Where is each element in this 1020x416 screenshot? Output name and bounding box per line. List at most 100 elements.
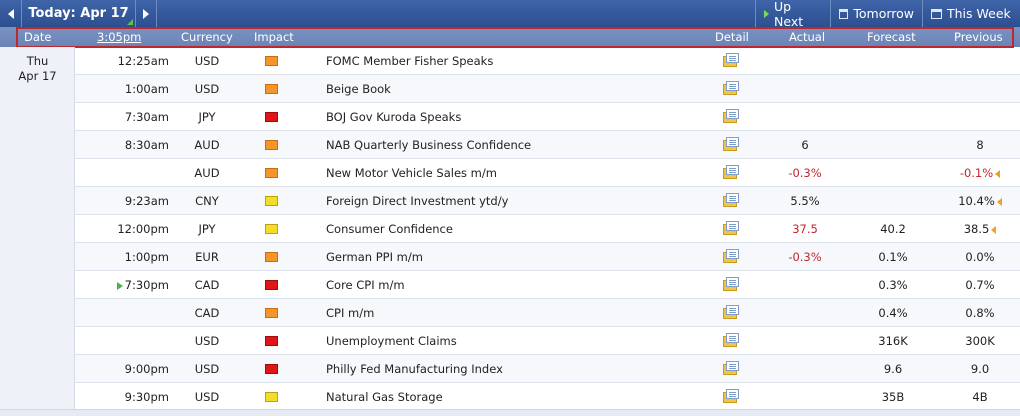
impact-orange-icon bbox=[265, 308, 278, 318]
event-actual bbox=[765, 299, 845, 327]
table-row[interactable]: 12:25am USD FOMC Member Fisher Speaks bbox=[75, 47, 1020, 75]
event-title[interactable]: Foreign Direct Investment ytd/y bbox=[326, 187, 706, 215]
event-title[interactable]: NAB Quarterly Business Confidence bbox=[326, 131, 706, 159]
event-currency: JPY bbox=[198, 222, 216, 236]
event-previous: 10.4% bbox=[940, 187, 1020, 215]
detail-folder-icon[interactable] bbox=[723, 277, 739, 292]
event-previous: 300K bbox=[965, 334, 995, 348]
event-time: 12:25am bbox=[117, 54, 169, 68]
event-forecast bbox=[853, 187, 933, 215]
table-row[interactable]: 9:00pm USD Philly Fed Manufacturing Index 9… bbox=[75, 355, 1020, 383]
next-day-button[interactable] bbox=[135, 0, 157, 27]
event-forecast: 0.4% bbox=[878, 306, 908, 320]
revised-marker-icon bbox=[991, 225, 997, 234]
header-date: Date bbox=[24, 30, 52, 44]
event-currency: CAD bbox=[194, 278, 220, 292]
impact-red-icon bbox=[265, 280, 278, 290]
detail-folder-icon[interactable] bbox=[723, 81, 739, 96]
table-row[interactable]: 9:23am CNY Foreign Direct Investment ytd/y… bbox=[75, 187, 1020, 215]
previous-day-button[interactable] bbox=[0, 0, 22, 27]
event-title[interactable]: Consumer Confidence bbox=[326, 215, 706, 243]
event-forecast bbox=[853, 103, 933, 131]
event-time: 1:00am bbox=[124, 82, 169, 96]
bottom-scroll-strip[interactable] bbox=[0, 409, 1020, 416]
detail-folder-icon[interactable] bbox=[723, 333, 739, 348]
event-previous: 9.0 bbox=[970, 362, 990, 376]
detail-folder-icon[interactable] bbox=[723, 109, 739, 124]
event-time bbox=[75, 159, 169, 187]
table-row[interactable]: 7:30am JPY BOJ Gov Kuroda Speaks bbox=[75, 103, 1020, 131]
impact-orange-icon bbox=[265, 168, 278, 178]
corner-marker-icon bbox=[127, 19, 133, 25]
impact-red-icon bbox=[265, 336, 278, 346]
tomorrow-link[interactable]: Tomorrow bbox=[830, 0, 922, 27]
revised-marker-icon bbox=[995, 169, 1001, 178]
event-currency: USD bbox=[194, 54, 220, 68]
impact-red-icon bbox=[265, 112, 278, 122]
table-row[interactable]: USD Unemployment Claims 316K 300K bbox=[75, 327, 1020, 355]
event-currency: EUR bbox=[195, 250, 219, 264]
revised-marker-icon bbox=[996, 197, 1002, 206]
event-title[interactable]: FOMC Member Fisher Speaks bbox=[326, 47, 706, 75]
impact-yellow-icon bbox=[265, 224, 278, 234]
event-currency: CAD bbox=[194, 306, 220, 320]
table-row[interactable]: 8:30am AUD NAB Quarterly Business Confiden… bbox=[75, 131, 1020, 159]
table-row[interactable]: CAD CPI m/m 0.4% 0.8% bbox=[75, 299, 1020, 327]
event-title[interactable]: Core CPI m/m bbox=[326, 271, 706, 299]
detail-folder-icon[interactable] bbox=[723, 361, 739, 376]
event-time: 7:30am bbox=[124, 110, 169, 124]
header-forecast: Forecast bbox=[867, 30, 916, 44]
this-week-link[interactable]: This Week bbox=[922, 0, 1020, 27]
header-impact: Impact bbox=[254, 30, 294, 44]
event-currency: AUD bbox=[194, 138, 220, 152]
event-title[interactable]: Beige Book bbox=[326, 75, 706, 103]
event-actual: -0.3% bbox=[788, 166, 822, 180]
up-next-link[interactable]: Up Next bbox=[755, 0, 827, 29]
header-current-time[interactable]: 3:05pm bbox=[97, 27, 141, 47]
event-title[interactable]: Philly Fed Manufacturing Index bbox=[326, 355, 706, 383]
table-row[interactable]: 9:30pm USD Natural Gas Storage 35B 4B bbox=[75, 383, 1020, 411]
table-row[interactable]: AUD New Motor Vehicle Sales m/m -0.3% -0.1% bbox=[75, 159, 1020, 187]
detail-folder-icon[interactable] bbox=[723, 249, 739, 264]
table-row[interactable]: 1:00pm EUR German PPI m/m -0.3% 0.1% 0.0% bbox=[75, 243, 1020, 271]
event-forecast bbox=[853, 47, 933, 75]
event-time bbox=[75, 299, 169, 327]
event-forecast: 0.1% bbox=[878, 250, 908, 264]
event-title[interactable]: CPI m/m bbox=[326, 299, 706, 327]
event-currency: USD bbox=[194, 362, 220, 376]
event-forecast bbox=[853, 75, 933, 103]
event-previous: 0.8% bbox=[965, 306, 995, 320]
impact-yellow-icon bbox=[265, 196, 278, 206]
detail-folder-icon[interactable] bbox=[723, 137, 739, 152]
detail-folder-icon[interactable] bbox=[723, 193, 739, 208]
event-title[interactable]: German PPI m/m bbox=[326, 243, 706, 271]
date-day: Apr 17 bbox=[18, 69, 57, 83]
header-currency: Currency bbox=[181, 30, 233, 44]
event-title[interactable]: Unemployment Claims bbox=[326, 327, 706, 355]
event-currency: CNY bbox=[195, 194, 219, 208]
event-title[interactable]: Natural Gas Storage bbox=[326, 383, 706, 411]
detail-folder-icon[interactable] bbox=[723, 305, 739, 320]
event-currency: JPY bbox=[198, 110, 216, 124]
impact-orange-icon bbox=[265, 84, 278, 94]
detail-folder-icon[interactable] bbox=[723, 165, 739, 180]
event-title[interactable]: New Motor Vehicle Sales m/m bbox=[326, 159, 706, 187]
header-highlight-box bbox=[16, 27, 1014, 48]
detail-folder-icon[interactable] bbox=[723, 221, 739, 236]
impact-orange-icon bbox=[265, 140, 278, 150]
table-row[interactable]: 7:30pm CAD Core CPI m/m 0.3% 0.7% bbox=[75, 271, 1020, 299]
event-actual: 5.5% bbox=[790, 194, 820, 208]
event-currency: USD bbox=[194, 390, 220, 404]
event-currency: USD bbox=[194, 334, 220, 348]
detail-folder-icon[interactable] bbox=[723, 389, 739, 404]
detail-folder-icon[interactable] bbox=[723, 53, 739, 68]
event-currency: USD bbox=[194, 82, 220, 96]
event-time: 12:00pm bbox=[117, 222, 169, 236]
event-title[interactable]: BOJ Gov Kuroda Speaks bbox=[326, 103, 706, 131]
play-icon bbox=[764, 9, 769, 18]
event-previous: 0.0% bbox=[965, 250, 995, 264]
today-label[interactable]: Today: Apr 17 bbox=[22, 0, 135, 27]
event-forecast: 316K bbox=[878, 334, 908, 348]
table-row[interactable]: 1:00am USD Beige Book bbox=[75, 75, 1020, 103]
table-row[interactable]: 12:00pm JPY Consumer Confidence 37.5 40.2 38.… bbox=[75, 215, 1020, 243]
